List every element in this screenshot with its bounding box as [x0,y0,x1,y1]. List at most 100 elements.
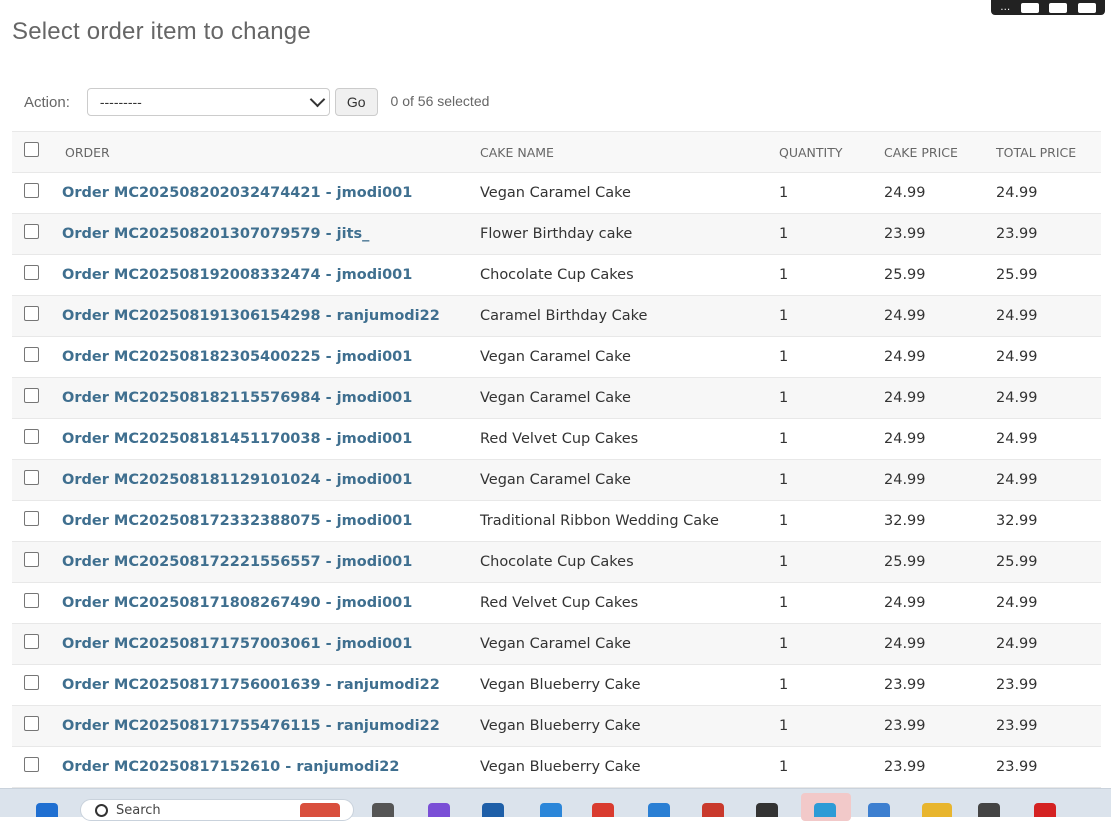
column-header-cake-name[interactable]: Cake name [480,131,779,173]
window-icon[interactable] [1077,2,1096,13]
order-link[interactable]: Order MC202508171808267490 - jmodi001 [62,595,412,611]
order-link[interactable]: Order MC202508172221556557 - jmodi001 [62,554,412,570]
folder-icon[interactable] [922,803,952,817]
row-checkbox[interactable] [24,674,39,690]
search-icon [95,804,108,817]
quantity-cell: 1 [779,500,884,542]
quantity-cell: 1 [779,664,884,706]
edge-icon[interactable] [540,803,562,817]
quantity-cell: 1 [779,377,884,419]
cake-name-cell: Vegan Caramel Cake [480,623,779,665]
start-icon[interactable] [36,803,58,817]
order-cell: Order MC202508172221556557 - jmodi001 [62,541,480,583]
order-link[interactable]: Order MC202508171757003061 - jmodi001 [62,636,412,652]
select-all-checkbox[interactable] [24,142,39,157]
go-button[interactable]: Go [334,88,378,116]
order-link[interactable]: Order MC202508191306154298 - ranjumodi22 [62,308,440,324]
table-row: Order MC202508201307079579 - jits_ Flower… [12,213,1101,255]
cake-price-cell: 24.99 [884,336,996,378]
row-select-cell [12,213,62,255]
row-select-cell [12,336,62,378]
row-select-cell [12,254,62,296]
action-select[interactable]: --------- [86,88,330,116]
cake-name-cell: Vegan Blueberry Cake [480,705,779,747]
cake-price-cell: 25.99 [884,541,996,583]
order-cell: Order MC202508181129101024 - jmodi001 [62,459,480,501]
chrome-icon[interactable] [592,803,614,817]
table-row: Order MC202508182305400225 - jmodi001 Veg… [12,336,1101,378]
chat-icon[interactable] [978,803,1000,817]
cake-price-cell: 25.99 [884,254,996,296]
row-checkbox[interactable] [24,469,39,485]
quantity-cell: 1 [779,705,884,747]
vscode-icon[interactable] [648,803,670,817]
more-icon[interactable]: … [1000,2,1010,13]
row-select-cell [12,664,62,706]
order-link[interactable]: Order MC202508182305400225 - jmodi001 [62,349,412,365]
taskbar: Search [0,788,1111,821]
table-row: Order MC202508192008332474 - jmodi001 Cho… [12,254,1101,296]
order-link[interactable]: Order MC202508182115576984 - jmodi001 [62,390,412,406]
cake-price-cell: 23.99 [884,213,996,255]
row-checkbox[interactable] [24,633,39,649]
row-select-cell [12,418,62,460]
store-icon[interactable] [482,803,504,817]
cake-name-cell: Caramel Birthday Cake [480,295,779,337]
column-header-quantity[interactable]: Quantity [779,131,884,173]
cake-price-cell: 24.99 [884,459,996,501]
terminal-icon[interactable] [756,803,778,817]
row-checkbox[interactable] [24,592,39,608]
cake-price-cell: 24.99 [884,623,996,665]
row-checkbox[interactable] [24,387,39,403]
cake-price-cell: 24.99 [884,582,996,624]
row-checkbox[interactable] [24,428,39,444]
order-link[interactable]: Order MC202508171755476115 - ranjumodi22 [62,718,440,734]
order-cell: Order MC202508192008332474 - jmodi001 [62,254,480,296]
cake-name-cell: Red Velvet Cup Cakes [480,582,779,624]
column-header-order[interactable]: Order [62,131,480,173]
quantity-cell: 1 [779,746,884,788]
order-link[interactable]: Order MC202508192008332474 - jmodi001 [62,267,412,283]
row-checkbox[interactable] [24,182,39,198]
order-link[interactable]: Order MC202508171756001639 - ranjumodi22 [62,677,440,693]
notepad-icon[interactable] [868,803,890,817]
order-cell: Order MC202508202032474421 - jmodi001 [62,172,480,214]
quantity-cell: 1 [779,336,884,378]
row-checkbox[interactable] [24,264,39,280]
order-link[interactable]: Order MC202508181129101024 - jmodi001 [62,472,412,488]
row-checkbox[interactable] [24,305,39,321]
row-checkbox[interactable] [24,510,39,526]
column-header-total-price[interactable]: Total price [996,131,1101,173]
order-link[interactable]: Order MC20250817152610 - ranjumodi22 [62,759,399,775]
cake-price-cell: 24.99 [884,172,996,214]
camera-icon[interactable] [1049,2,1068,13]
task-view-icon[interactable] [372,803,394,817]
window-controls-overlay[interactable]: … [991,0,1105,15]
cake-price-cell: 24.99 [884,295,996,337]
row-checkbox[interactable] [24,756,39,772]
total-price-cell: 25.99 [996,254,1101,296]
total-price-cell: 24.99 [996,295,1101,337]
order-link[interactable]: Order MC202508172332388075 - jmodi001 [62,513,412,529]
copilot-icon[interactable] [428,803,450,817]
screen-icon[interactable] [1020,2,1039,13]
row-checkbox[interactable] [24,715,39,731]
widgets-icon[interactable] [300,803,340,817]
record-icon[interactable] [1034,803,1056,817]
row-checkbox[interactable] [24,551,39,567]
gmail-icon[interactable] [702,803,724,817]
row-select-cell [12,623,62,665]
active-app-icon[interactable] [814,803,836,817]
column-header-cake-price[interactable]: Cake price [884,131,996,173]
table-row: Order MC202508191306154298 - ranjumodi22… [12,295,1101,337]
table-row: Order MC202508172332388075 - jmodi001 Tra… [12,500,1101,542]
row-checkbox[interactable] [24,346,39,362]
order-link[interactable]: Order MC202508181451170038 - jmodi001 [62,431,412,447]
row-checkbox[interactable] [24,223,39,239]
total-price-cell: 24.99 [996,172,1101,214]
order-link[interactable]: Order MC202508201307079579 - jits_ [62,226,369,242]
order-cell: Order MC202508171808267490 - jmodi001 [62,582,480,624]
results-table: Order Cake name Quantity Cake price Tota… [12,131,1101,788]
quantity-cell: 1 [779,541,884,583]
order-link[interactable]: Order MC202508202032474421 - jmodi001 [62,185,412,201]
